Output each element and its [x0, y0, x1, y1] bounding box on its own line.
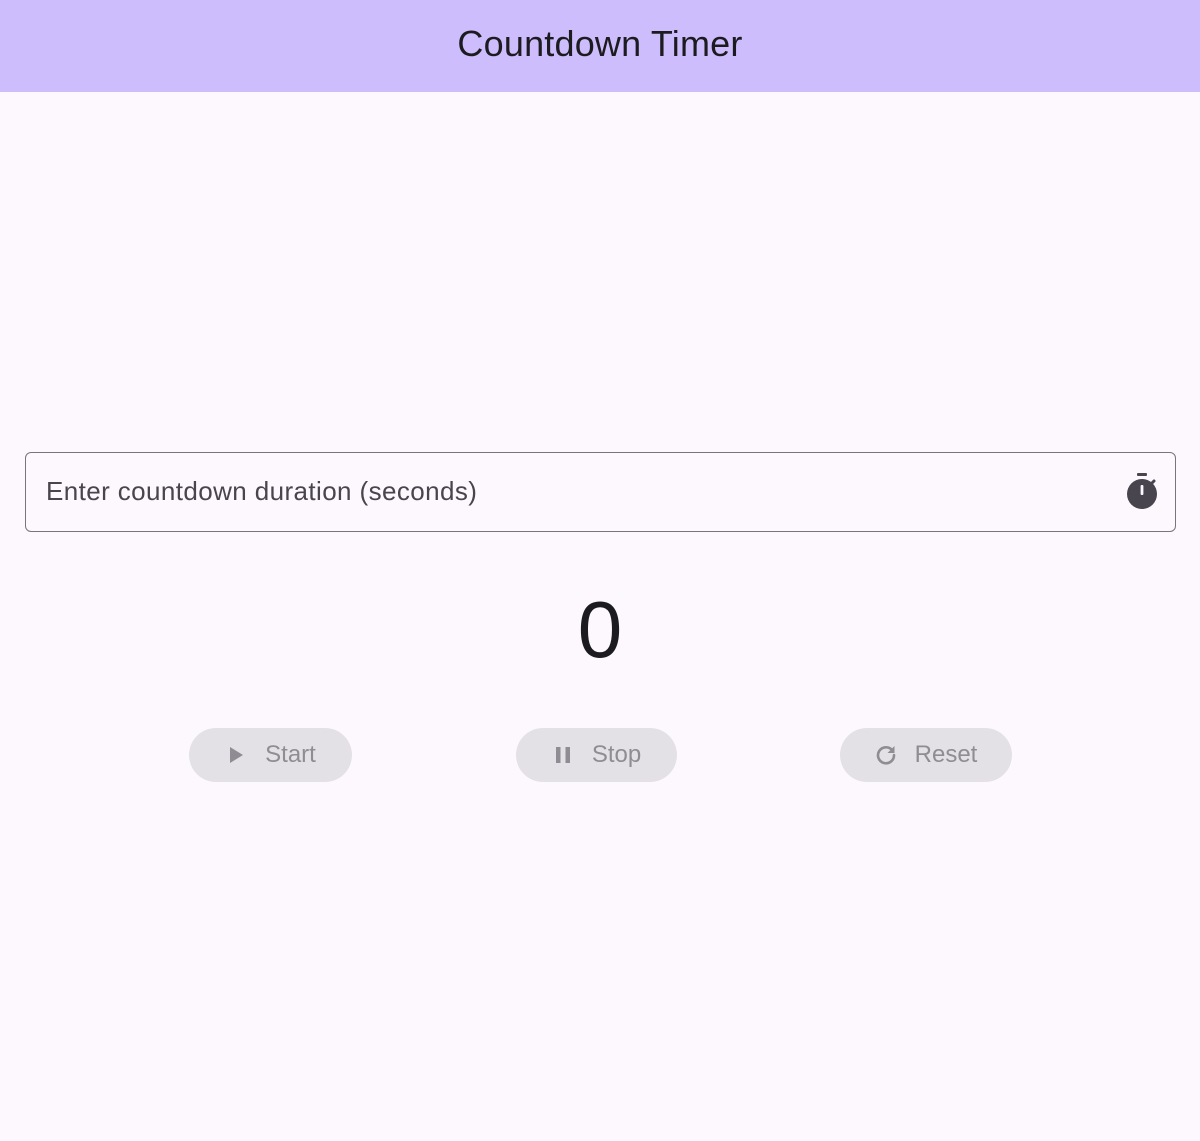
stop-button[interactable]: Stop	[516, 728, 677, 782]
app-title: Countdown Timer	[457, 23, 743, 64]
pause-icon	[555, 747, 570, 763]
reset-button-label: Reset	[914, 741, 978, 768]
stop-button-label: Stop	[591, 741, 642, 768]
start-button[interactable]: Start	[189, 728, 352, 782]
reset-button[interactable]: Reset	[840, 728, 1012, 782]
duration-field[interactable]	[25, 452, 1176, 532]
play-icon	[230, 747, 244, 763]
duration-input[interactable]	[46, 453, 1106, 530]
timer-icon	[1127, 473, 1157, 509]
app-bar: Countdown Timer	[0, 0, 1200, 92]
start-button-label: Start	[265, 741, 316, 768]
countdown-display: 0	[577, 585, 623, 674]
refresh-icon	[876, 745, 895, 765]
